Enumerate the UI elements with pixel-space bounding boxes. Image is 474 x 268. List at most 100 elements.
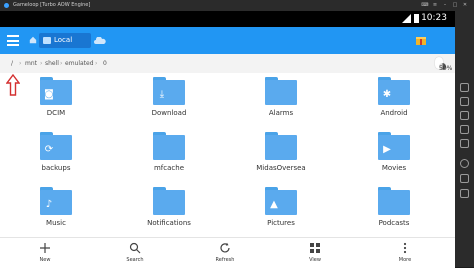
folder-icon: ♪ [40, 187, 72, 215]
more-vert-icon [403, 242, 407, 254]
folder-name: DCIM [46, 109, 66, 117]
volume-icon[interactable] [460, 111, 469, 120]
folder-name: Pictures [267, 219, 295, 227]
refresh-icon [220, 242, 230, 253]
fullscreen-icon[interactable] [460, 83, 469, 92]
more-label: More [398, 257, 412, 263]
window-controls: ⌨ ≡ – □ ✕ [420, 0, 470, 11]
plus-icon [40, 243, 50, 253]
close-button[interactable]: ✕ [460, 0, 470, 11]
folder-tile[interactable]: ✱ Android [354, 73, 434, 129]
folder-name: Download [151, 109, 187, 117]
bottom-toolbar: New Search Refresh View More [0, 237, 455, 268]
folder-tile[interactable]: Notifications [129, 183, 209, 239]
new-label: New [39, 257, 51, 263]
folder-name: mfcache [153, 164, 184, 172]
view-button[interactable]: View [290, 238, 340, 268]
cloud-icon[interactable] [94, 37, 106, 44]
menu-icon[interactable]: ≡ [430, 0, 440, 11]
gift-icon[interactable] [415, 34, 427, 46]
annotation-arrow-icon [6, 74, 20, 96]
breadcrumb-separator: › [95, 60, 98, 67]
exit-icon[interactable] [460, 189, 469, 198]
android-status-bar: 10:23 [0, 11, 455, 27]
home-icon[interactable] [29, 36, 37, 44]
folder-tile[interactable]: MidasOversea [241, 128, 321, 184]
file-grid: ◙ DCIM ⤓ Download Alarms ✱ Android ⟳ bac… [0, 73, 455, 237]
folder-tile[interactable]: mfcache [129, 128, 209, 184]
battery-icon [414, 14, 419, 23]
phone-storage-icon [43, 37, 51, 44]
location-label: Local [54, 36, 73, 44]
folder-icon: ▶ [378, 132, 410, 160]
grid-view-icon [310, 243, 320, 253]
menu-drawer-icon[interactable] [7, 35, 19, 46]
window-title: Gameloop [Turbo AOW Engine] [13, 2, 91, 8]
signal-icon [402, 14, 411, 23]
breadcrumb-separator: › [60, 60, 63, 67]
breadcrumb-item[interactable]: shell [45, 60, 59, 67]
folder-icon: ✱ [378, 77, 410, 105]
folder-name: backups [41, 164, 71, 172]
minimize-button[interactable]: – [440, 0, 450, 11]
folder-tile[interactable]: Podcasts [354, 183, 434, 239]
search-icon [129, 242, 141, 254]
folder-icon [153, 187, 185, 215]
play-icon: ▶ [383, 144, 391, 155]
more-button[interactable]: More [380, 238, 430, 268]
search-label: Search [126, 257, 144, 263]
image-icon: ▲ [270, 199, 278, 210]
storage-usage-badge[interactable]: 50% [435, 57, 452, 72]
folder-tile[interactable]: ◙ DCIM [16, 73, 96, 129]
folder-icon: ◙ [40, 77, 72, 105]
folder-tile[interactable]: ▲ Pictures [241, 183, 321, 239]
status-time: 10:23 [421, 13, 447, 23]
search-button[interactable]: Search [110, 238, 160, 268]
folder-icon [265, 77, 297, 105]
folder-name: Movies [381, 164, 407, 172]
emulator-title-bar: Gameloop [Turbo AOW Engine] ⌨ ≡ – □ ✕ [0, 0, 474, 11]
download-icon: ⤓ [159, 89, 165, 100]
folder-icon [153, 132, 185, 160]
folder-name: Android [380, 109, 408, 117]
folder-tile[interactable]: ⟳ backups [16, 128, 96, 184]
breadcrumb-separator: › [40, 60, 43, 67]
new-button[interactable]: New [20, 238, 70, 268]
folder-icon: ⟳ [40, 132, 72, 160]
breadcrumb: / › mnt › shell › emulated › 0 50% [0, 54, 455, 74]
folder-icon [265, 132, 297, 160]
breadcrumb-item[interactable]: / [11, 60, 13, 67]
folder-tile[interactable]: ⤓ Download [129, 73, 209, 129]
record-icon[interactable] [460, 159, 469, 168]
music-icon: ♪ [45, 199, 53, 210]
breadcrumb-item[interactable]: 0 [103, 60, 107, 67]
folder-name: Podcasts [378, 219, 410, 227]
refresh-button[interactable]: Refresh [200, 238, 250, 268]
settings-icon[interactable] [460, 174, 469, 183]
multi-instance-icon[interactable] [460, 139, 469, 148]
folder-tile[interactable]: ♪ Music [16, 183, 96, 239]
breadcrumb-item[interactable]: emulated [65, 60, 94, 67]
folder-name: Music [46, 219, 66, 227]
folder-icon: ⤓ [153, 77, 185, 105]
folder-icon: ▲ [265, 187, 297, 215]
folder-name: Notifications [147, 219, 191, 227]
breadcrumb-item[interactable]: mnt [25, 60, 37, 67]
folder-tile[interactable]: ▶ Movies [354, 128, 434, 184]
camera-icon: ◙ [44, 89, 54, 100]
folder-name: MidasOversea [256, 164, 306, 172]
rotate-icon[interactable] [460, 125, 469, 134]
breadcrumb-separator: › [19, 60, 22, 67]
android-icon: ✱ [382, 89, 392, 100]
refresh-label: Refresh [215, 257, 235, 263]
sync-icon: ⟳ [44, 144, 54, 155]
keyboard-icon[interactable]: ⌨ [420, 0, 430, 11]
gameloop-logo-icon [4, 3, 9, 8]
location-chip[interactable]: Local [39, 33, 91, 48]
app-bar: Local [0, 27, 455, 54]
emulator-sidebar [455, 11, 474, 267]
maximize-button[interactable]: □ [450, 0, 460, 11]
folder-name: Alarms [268, 109, 294, 117]
folder-tile[interactable]: Alarms [241, 73, 321, 129]
screenshot-icon[interactable] [460, 97, 469, 106]
